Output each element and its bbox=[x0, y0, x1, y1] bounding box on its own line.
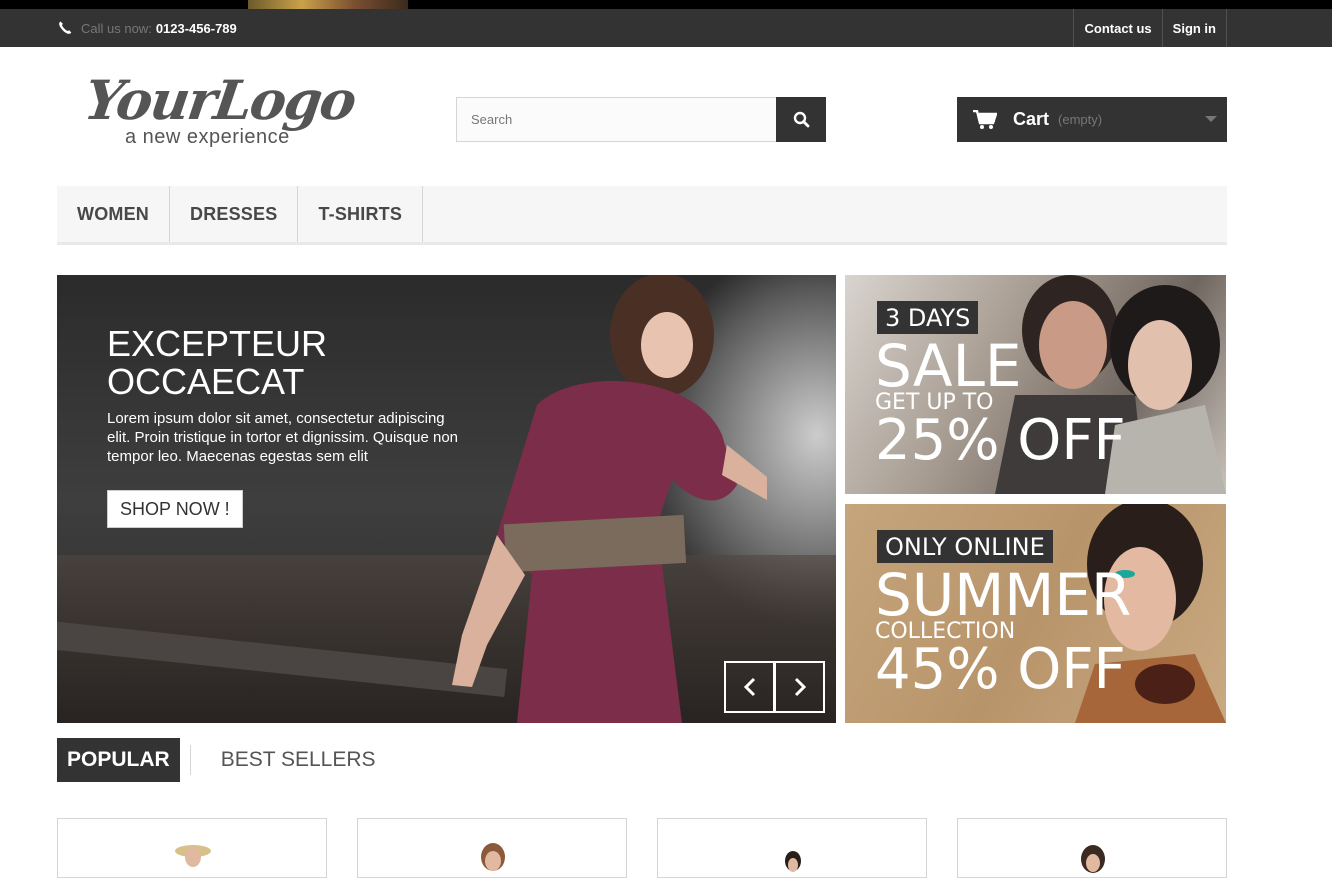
promo-off: 45% OFF bbox=[875, 637, 1126, 702]
contact-us-link[interactable]: Contact us bbox=[1073, 9, 1161, 47]
tab-best-sellers[interactable]: BEST SELLERS bbox=[211, 738, 386, 782]
cart-status: (empty) bbox=[1058, 112, 1103, 127]
promo-tag: ONLY ONLINE bbox=[877, 530, 1053, 563]
search-icon bbox=[793, 111, 809, 128]
search-input[interactable] bbox=[456, 97, 777, 142]
product-card[interactable] bbox=[357, 818, 627, 878]
product-image bbox=[481, 843, 505, 871]
product-card[interactable] bbox=[657, 818, 927, 878]
chevron-down-icon bbox=[1205, 116, 1217, 122]
logo-script: YourLogo bbox=[80, 68, 359, 132]
cart-icon bbox=[973, 109, 997, 129]
promo-off: 25% OFF bbox=[875, 408, 1126, 473]
tab-popular[interactable]: POPULAR bbox=[57, 738, 180, 782]
cart-button[interactable]: Cart (empty) bbox=[957, 97, 1227, 142]
menu-item-tshirts[interactable]: T-SHIRTS bbox=[298, 186, 424, 242]
menu-item-dresses[interactable]: DRESSES bbox=[170, 186, 299, 242]
phone-icon bbox=[59, 21, 72, 34]
phone-number: 0123-456-789 bbox=[155, 20, 237, 36]
cart-label: Cart bbox=[1013, 109, 1050, 129]
slider-next-button[interactable] bbox=[774, 661, 825, 713]
menu-item-women[interactable]: WOMEN bbox=[57, 186, 170, 242]
sign-in-link[interactable]: Sign in bbox=[1161, 9, 1227, 47]
home-slider[interactable]: EXCEPTEUR OCCAECAT Lorem ipsum dolor sit… bbox=[57, 275, 836, 723]
promo-tag: 3 DAYS bbox=[877, 301, 979, 334]
search-form bbox=[456, 97, 826, 142]
banner-thumbnail bbox=[248, 0, 408, 9]
call-label: Call us now: bbox=[81, 20, 152, 36]
top-bar: Call us now: 0123-456-789 Contact us Sig… bbox=[0, 9, 1332, 47]
chevron-right-icon bbox=[794, 677, 806, 697]
shop-now-button[interactable]: SHOP NOW ! bbox=[107, 490, 243, 528]
tab-divider bbox=[189, 745, 191, 775]
home-tabs: POPULAR BEST SELLERS bbox=[57, 738, 386, 782]
contact-phone: Call us now: 0123-456-789 bbox=[57, 9, 237, 47]
product-list bbox=[57, 818, 1227, 878]
main-menu: WOMEN DRESSES T-SHIRTS bbox=[57, 186, 1227, 245]
product-image bbox=[175, 845, 211, 867]
slider-prev-button[interactable] bbox=[724, 661, 775, 713]
product-card[interactable] bbox=[57, 818, 327, 878]
logo-tagline: a new experience bbox=[125, 126, 290, 148]
chevron-left-icon bbox=[743, 677, 755, 697]
slide-model-image bbox=[452, 275, 767, 723]
promo-big: SALE bbox=[875, 332, 1022, 400]
product-card[interactable] bbox=[957, 818, 1227, 878]
product-image bbox=[785, 851, 801, 872]
slide-text: Lorem ipsum dolor sit amet, consectetur … bbox=[107, 410, 458, 465]
promo-banner-summer[interactable]: ONLY ONLINE SUMMER COLLECTION 45% OFF bbox=[845, 504, 1226, 723]
site-logo[interactable]: YourLogo a new experience bbox=[81, 68, 365, 152]
slide-title-line2: OCCAECAT bbox=[107, 361, 305, 402]
product-image bbox=[1081, 845, 1105, 873]
top-banner-strip[interactable] bbox=[0, 0, 1332, 9]
promo-big: SUMMER bbox=[875, 561, 1132, 629]
top-nav: Contact us Sign in bbox=[1073, 9, 1227, 47]
slide-title-line1: EXCEPTEUR bbox=[107, 323, 328, 364]
slide-title: EXCEPTEUR OCCAECAT bbox=[107, 325, 327, 401]
promo-banner-sale[interactable]: 3 DAYS SALE GET UP TO 25% OFF bbox=[845, 275, 1226, 494]
search-button[interactable] bbox=[776, 97, 826, 142]
